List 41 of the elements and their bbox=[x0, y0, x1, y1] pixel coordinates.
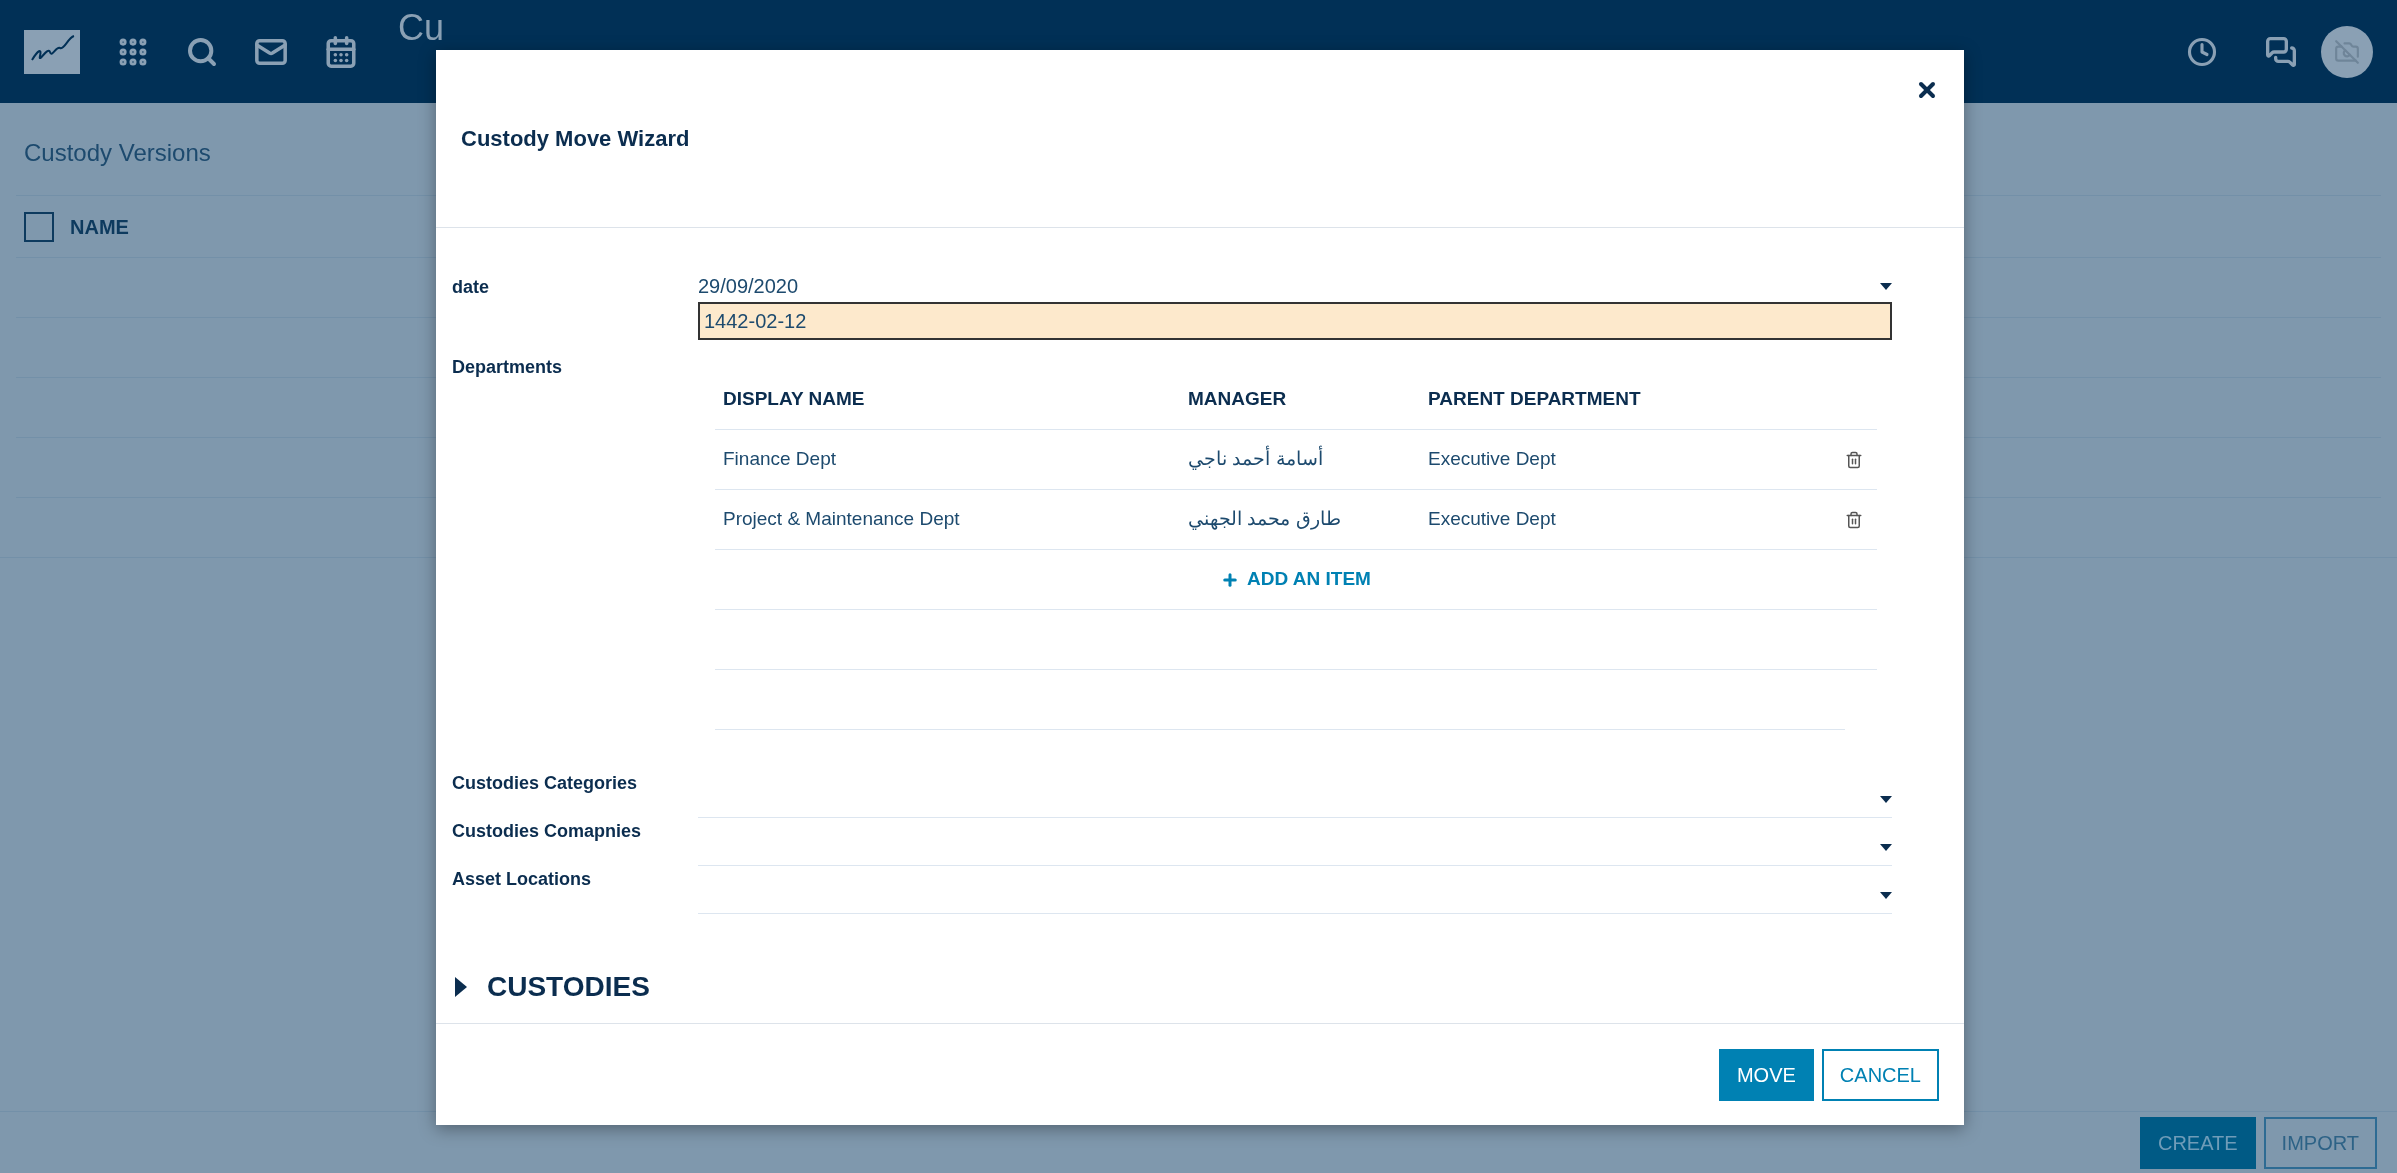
column-header: PARENT DEPARTMENT bbox=[1427, 387, 1642, 412]
table-cell-text: طارق محمد الجهني bbox=[1187, 507, 1342, 532]
create-button[interactable]: CREATE bbox=[2139, 1116, 2256, 1169]
caret-icon bbox=[1880, 796, 1892, 803]
calendar-icon[interactable] bbox=[324, 34, 358, 69]
date-field[interactable]: 29/09/2020 bbox=[698, 270, 1892, 302]
field-label: Custodies Categories bbox=[452, 772, 639, 795]
chat-icon[interactable] bbox=[2265, 35, 2297, 68]
caret-icon bbox=[1880, 844, 1892, 851]
dialog-title: Custody Move Wizard bbox=[461, 125, 690, 153]
field-label: date bbox=[452, 276, 490, 299]
page-title: Custody Versions bbox=[24, 138, 211, 168]
table-cell-text: Executive Dept bbox=[1427, 507, 1557, 532]
table-cell-text: Project & Maintenance Dept bbox=[722, 507, 961, 532]
section-toggle[interactable]: CUSTODIES bbox=[455, 966, 650, 1008]
avatar[interactable] bbox=[2321, 25, 2373, 78]
column-header: NAME bbox=[70, 214, 129, 240]
column-header: MANAGER bbox=[1187, 387, 1288, 412]
column-header: DISPLAY NAME bbox=[722, 387, 866, 412]
field-label: Departments bbox=[452, 356, 564, 379]
select-all-checkbox[interactable] bbox=[24, 211, 54, 242]
expand-triangle-icon bbox=[455, 977, 467, 997]
app-title: Cu bbox=[398, 10, 445, 46]
table-cell-text: Finance Dept bbox=[722, 447, 837, 472]
field-label: Asset Locations bbox=[452, 868, 593, 891]
clock-icon[interactable] bbox=[2187, 36, 2217, 67]
table-cell-text: Executive Dept bbox=[1427, 447, 1557, 472]
logo-icon bbox=[24, 29, 80, 74]
plus-icon bbox=[1221, 570, 1240, 589]
caret-icon bbox=[1880, 892, 1892, 899]
caret-icon bbox=[1880, 282, 1892, 290]
hijri-date-field[interactable]: 1442-02-12 bbox=[698, 302, 1892, 340]
table-cell: أسامة أحمد ناجي bbox=[1180, 445, 1420, 474]
field-label: Custodies Comapnies bbox=[452, 820, 643, 843]
trash-icon[interactable] bbox=[1845, 450, 1863, 469]
move-button[interactable]: MOVE bbox=[1718, 1048, 1814, 1101]
camera-off-icon bbox=[2334, 38, 2360, 65]
trash-icon[interactable] bbox=[1845, 510, 1863, 529]
cancel-button[interactable]: CANCEL bbox=[1821, 1048, 1939, 1101]
search-icon[interactable] bbox=[186, 35, 218, 68]
add-item-link[interactable]: ADD AN ITEM bbox=[1221, 565, 1371, 594]
